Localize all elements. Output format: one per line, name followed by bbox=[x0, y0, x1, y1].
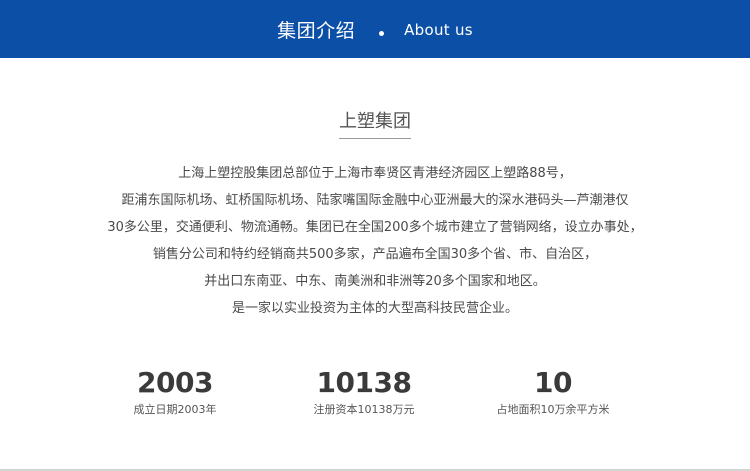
header-title-cn: 集团介绍 bbox=[277, 19, 356, 42]
dot-separator-icon bbox=[379, 30, 385, 36]
stat-value: 2003 bbox=[137, 366, 213, 399]
stat-label: 成立日期2003年 bbox=[133, 403, 217, 416]
header-bar: 集团介绍 About us bbox=[0, 0, 750, 58]
intro-line: 是一家以实业投资为主体的大型高科技民营企业。 bbox=[231, 301, 518, 316]
intro-line: 上海上塑控股集团总部位于上海市奉贤区青港经济园区上塑路88号， bbox=[178, 166, 572, 181]
stat-label: 注册资本10138万元 bbox=[313, 403, 415, 416]
intro-line: 30多公里，交通便利、物流通畅。集团已在全国200多个城市建立了营销网络，设立办… bbox=[107, 220, 643, 235]
header-title-group: 集团介绍 About us bbox=[277, 16, 473, 43]
stat-value: 10138 bbox=[316, 366, 412, 399]
stat-floor-area: 10 占地面积10万余平方米 bbox=[463, 366, 643, 417]
intro-line: 销售分公司和特约经销商共500多家，产品遍布全国30多个省、市、自治区， bbox=[152, 247, 598, 262]
intro-line: 距浦东国际机场、虹桥国际机场、陆家嘴国际金融中心亚洲最大的深水港码头—芦潮港仅 bbox=[121, 193, 629, 208]
intro-line: 并出口东南亚、中东、南美洲和非洲等20多个国家和地区。 bbox=[204, 274, 546, 289]
intro-paragraph: 上海上塑控股集团总部位于上海市奉贤区青港经济园区上塑路88号， 距浦东国际机场、… bbox=[0, 162, 750, 324]
stats-row: 2003 成立日期2003年 10138 注册资本10138万元 10 占地面积… bbox=[0, 366, 750, 426]
stat-value: 10 bbox=[534, 366, 572, 399]
section-title: 上塑集团 bbox=[339, 107, 411, 139]
stat-label: 占地面积10万余平方米 bbox=[496, 403, 610, 416]
section-title-wrap: 上塑集团 bbox=[0, 107, 750, 139]
header-title-en: About us bbox=[404, 21, 473, 39]
stat-founded: 2003 成立日期2003年 bbox=[85, 366, 265, 417]
stat-registered-capital: 10138 注册资本10138万元 bbox=[274, 366, 454, 417]
